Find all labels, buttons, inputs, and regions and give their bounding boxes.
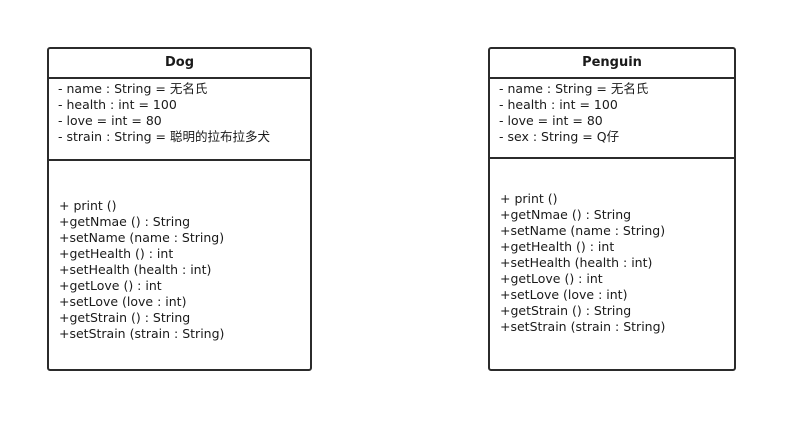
dog-attributes-section: - name : String = 无名氏 - health : int = 1… — [49, 79, 310, 161]
penguin-method: +getHealth () : int — [500, 239, 615, 254]
penguin-attribute: - love = int = 80 — [499, 113, 603, 128]
penguin-class-box: Penguin - name : String = 无名氏 - health :… — [488, 47, 736, 371]
dog-attribute: - health : int = 100 — [58, 97, 177, 112]
penguin-method: +setName (name : String) — [500, 223, 666, 238]
penguin-method: +setLove (love : int) — [500, 287, 628, 302]
penguin-methods-section: + print () +getNmae () : String +setName… — [490, 159, 734, 335]
penguin-class-name: Penguin — [490, 49, 734, 79]
dog-class-box: Dog - name : String = 无名氏 - health : int… — [47, 47, 312, 371]
penguin-attribute: - health : int = 100 — [499, 97, 618, 112]
penguin-attribute: - sex : String = Q仔 — [499, 129, 620, 144]
dog-attribute: - strain : String = 聪明的拉布拉多犬 — [58, 129, 270, 144]
dog-method: +setStrain (strain : String) — [59, 326, 225, 341]
dog-attribute: - love = int = 80 — [58, 113, 162, 128]
dog-method: +getHealth () : int — [59, 246, 174, 261]
penguin-attributes-section: - name : String = 无名氏 - health : int = 1… — [490, 79, 734, 159]
dog-attribute: - name : String = 无名氏 — [58, 81, 208, 96]
penguin-method: +getLove () : int — [500, 271, 603, 286]
dog-method: +getStrain () : String — [59, 310, 191, 325]
dog-methods-section: + print () +getNmae () : String +setName… — [49, 161, 310, 342]
dog-method: +getNmae () : String — [59, 214, 191, 229]
dog-method: +getLove () : int — [59, 278, 162, 293]
penguin-method: +setStrain (strain : String) — [500, 319, 666, 334]
dog-method: + print () — [59, 198, 117, 213]
penguin-method: + print () — [500, 191, 558, 206]
dog-method: +setHealth (health : int) — [59, 262, 212, 277]
penguin-method: +getStrain () : String — [500, 303, 632, 318]
dog-class-name: Dog — [49, 49, 310, 79]
penguin-attribute: - name : String = 无名氏 — [499, 81, 649, 96]
penguin-method: +getNmae () : String — [500, 207, 632, 222]
penguin-method: +setHealth (health : int) — [500, 255, 653, 270]
dog-method: +setLove (love : int) — [59, 294, 187, 309]
dog-method: +setName (name : String) — [59, 230, 225, 245]
